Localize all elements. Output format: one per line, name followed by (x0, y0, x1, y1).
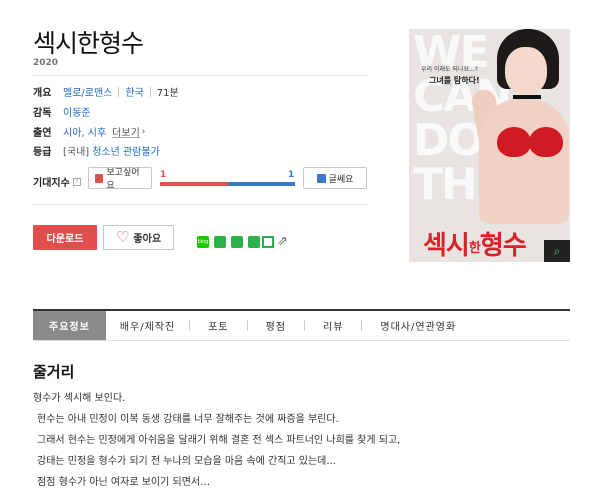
runtime: 71분 (156, 88, 179, 99)
plot-line: 현수는 아내 민정이 이복 동생 강태를 너무 잘해주는 것에 짜증을 부린다. (37, 414, 339, 425)
heart-icon: ♡ (115, 228, 130, 246)
want-count: 1 (160, 170, 167, 180)
rating-label: 등급 (33, 147, 52, 158)
book-icon[interactable] (248, 236, 260, 248)
plot-line: 점점 형수가 아닌 여자로 보이기 되면서… (37, 477, 211, 488)
poster-tagline-small: 우리 이래도 되나요...? (421, 66, 478, 73)
overview-label: 개요 (33, 88, 52, 99)
rating-row: 등급 [국내] 청소년 관람불가 (33, 143, 160, 158)
tab-review[interactable]: 리뷰 (305, 311, 361, 340)
expect-label-wrap: 기대지수 ? (33, 174, 81, 189)
more-cast-link[interactable]: 더보기 (112, 124, 140, 139)
rating-link[interactable]: 청소년 관람불가 (92, 143, 160, 158)
tab-quotes-related[interactable]: 명대사/연관영화 (362, 311, 474, 340)
export-icon[interactable]: ⇗ (277, 234, 288, 249)
cast-label: 출연 (33, 128, 52, 139)
overview-row: 개요 멜로/로맨스 한국 71분 (33, 84, 179, 99)
plot-line: 그래서 현수는 민정에게 아쉬움을 달래기 위해 결혼 전 섹스 파트너인 나희… (37, 435, 401, 446)
chevron-right-icon: › (141, 126, 146, 137)
thumbs-down-icon (316, 173, 326, 183)
like-label: 좋아요 (133, 234, 162, 245)
want-to-see-button[interactable]: 보고싶어요 (88, 167, 152, 191)
director-label: 감독 (33, 108, 52, 119)
nah-count: 1 (288, 170, 295, 180)
square-icon[interactable] (262, 236, 274, 248)
tab-rating[interactable]: 평점 (248, 311, 304, 340)
tab-cast-crew[interactable]: 배우/제작진 (106, 311, 189, 340)
want-label: 보고싶어요 (106, 168, 140, 191)
plot-line: 강태는 민정을 형수가 되기 전 누나의 모습을 마음 속에 간직고 있는데..… (37, 456, 336, 467)
like-button[interactable]: ♡ 좋아요 (103, 225, 174, 250)
help-icon[interactable]: ? (72, 177, 81, 186)
genre-link[interactable]: 멜로/로맨스 (63, 84, 112, 99)
download-button[interactable]: 다운로드 (33, 225, 97, 250)
poster-tagline: 그녀를 탐하다! (429, 76, 480, 85)
share-green-icon[interactable] (214, 236, 226, 248)
zoom-search-icon[interactable]: ⌕ (544, 240, 570, 262)
cast-link[interactable]: 시아, 시후 (63, 124, 106, 139)
want-bar (160, 182, 228, 186)
blog-icon[interactable]: blog (197, 236, 209, 248)
director-link[interactable]: 이동준 (63, 104, 91, 119)
poster-image[interactable]: WE CAN DO THIS 우리 이래도 되나요...? 그녀를 탐하다! 섹시한형… (409, 29, 570, 262)
plot-heading: 줄거리 (33, 363, 75, 381)
rating-region: [국내] (63, 147, 90, 158)
cast-row: 출연 시아, 시후 더보기 › (33, 124, 146, 140)
tab-main-info[interactable]: 주요정보 (33, 311, 106, 340)
not-sure-button[interactable]: 글쎄요 (303, 167, 367, 189)
poster-title: 섹시한형수 (423, 231, 527, 261)
movie-year: 2020 (33, 58, 59, 68)
nah-label: 글쎄요 (328, 174, 354, 185)
tab-photo[interactable]: 포토 (190, 311, 246, 340)
country-link[interactable]: 한국 (125, 84, 143, 99)
divider (33, 204, 368, 205)
nah-bar (228, 182, 295, 186)
tab-bar: 주요정보 배우/제작진 포토 평점 리뷰 명대사/연관영화 (33, 309, 570, 341)
expect-label: 기대지수 (33, 178, 70, 189)
plot-line: 형수가 섹시해 보인다. (33, 393, 126, 404)
share-green-icon-2[interactable] (231, 236, 243, 248)
movie-title: 섹시한형수 (33, 29, 144, 58)
divider (33, 75, 368, 76)
director-row: 감독 이동준 (33, 104, 91, 119)
thumbs-up-icon (95, 173, 104, 183)
